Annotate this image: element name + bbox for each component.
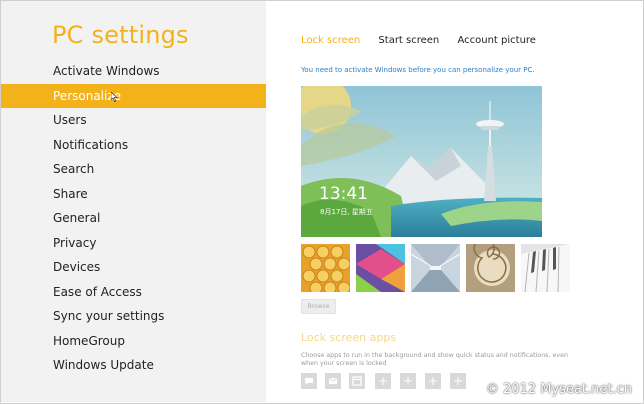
lock-screen-apps-description: Choose apps to run in the background and…	[301, 352, 568, 367]
tab-start-screen[interactable]: Start screen	[378, 35, 439, 46]
tunnel-image	[411, 244, 460, 292]
piano-image	[521, 244, 570, 292]
thumbnail-honeycomb[interactable]	[301, 244, 350, 292]
add-app-plus-icon[interactable]: +	[375, 373, 391, 389]
sidebar-item-windows-update[interactable]: Windows Update	[1, 353, 266, 378]
sidebar-item-devices[interactable]: Devices	[1, 255, 266, 280]
watermark: © 2012 Myseat.net.cn	[485, 382, 632, 397]
sidebar-item-general[interactable]: General	[1, 206, 266, 231]
sidebar-nav: Activate Windows Personalize Users Notif…	[1, 59, 266, 378]
thumbnail-piano[interactable]	[521, 244, 570, 292]
mail-icon[interactable]	[325, 373, 341, 389]
chat-icon[interactable]	[301, 373, 317, 389]
browse-button[interactable]: Browse	[301, 299, 336, 314]
tab-account-picture[interactable]: Account picture	[457, 35, 535, 46]
honeycomb-image	[301, 244, 350, 292]
sidebar: PC settings Activate Windows Personalize…	[1, 1, 266, 402]
sidebar-item-share[interactable]: Share	[1, 182, 266, 207]
add-app-plus-icon[interactable]: +	[400, 373, 416, 389]
add-app-plus-icon[interactable]: +	[425, 373, 441, 389]
geometric-image	[356, 244, 405, 292]
sidebar-item-homegroup[interactable]: HomeGroup	[1, 329, 266, 354]
sidebar-item-search[interactable]: Search	[1, 157, 266, 182]
sidebar-item-activate-windows[interactable]: Activate Windows	[1, 59, 266, 84]
sidebar-item-sync-settings[interactable]: Sync your settings	[1, 304, 266, 329]
tab-lock-screen[interactable]: Lock screen	[301, 35, 360, 46]
thumbnail-geometric[interactable]	[356, 244, 405, 292]
lock-screen-apps-heading: Lock screen apps	[301, 331, 397, 344]
nautilus-image	[466, 244, 515, 292]
sidebar-item-ease-of-access[interactable]: Ease of Access	[1, 280, 266, 305]
tab-bar: Lock screen Start screen Account picture	[301, 35, 551, 46]
thumbnail-tunnel[interactable]	[411, 244, 460, 292]
activation-notice[interactable]: You need to activate Windows before you …	[301, 66, 535, 74]
sidebar-item-privacy[interactable]: Privacy	[1, 231, 266, 256]
sidebar-item-personalize[interactable]: Personalize	[1, 83, 266, 108]
lock-screen-date: 8月17日, 星期五	[320, 208, 373, 216]
add-app-plus-icon[interactable]: +	[450, 373, 466, 389]
lock-screen-time: 13:41	[319, 184, 368, 204]
sidebar-item-notifications[interactable]: Notifications	[1, 133, 266, 158]
sidebar-item-users[interactable]: Users	[1, 108, 266, 133]
thumbnail-nautilus[interactable]	[466, 244, 515, 292]
mouse-cursor-icon	[111, 91, 118, 102]
calendar-icon[interactable]	[349, 373, 365, 389]
page-title: PC settings	[52, 21, 189, 49]
main-content: Lock screen Start screen Account picture…	[267, 1, 643, 403]
lock-screen-preview: 13:41 8月17日, 星期五	[301, 86, 542, 237]
